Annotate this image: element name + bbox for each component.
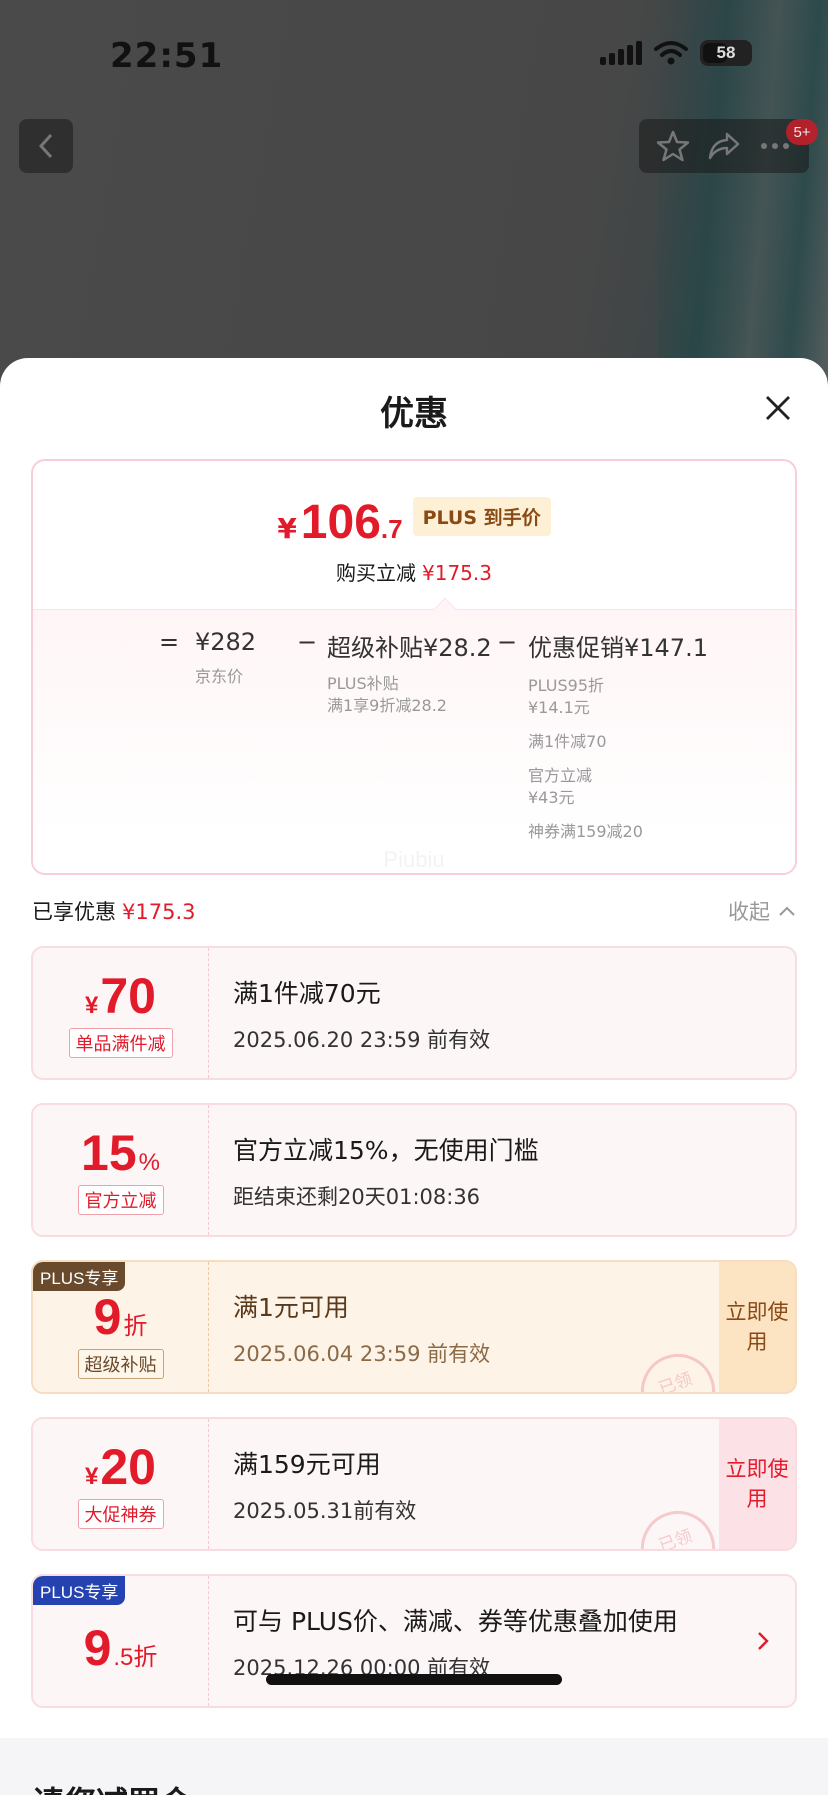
coupon-value: 15 % 官方立减 <box>33 1105 209 1235</box>
use-now-button[interactable]: 立即使用 <box>719 1262 795 1392</box>
base-price-label: 京东价 <box>195 667 244 686</box>
enjoyed-label: 已享优惠 <box>32 900 116 924</box>
coupon-amount: 15 <box>81 1125 137 1181</box>
price-currency: ¥ <box>277 512 297 545</box>
coupon-title: 满1元可用 <box>233 1293 349 1322</box>
base-price-value: ¥282 <box>195 628 257 656</box>
promo-item: 满1件减70 <box>528 732 607 751</box>
coupon-title: 满159元可用 <box>233 1450 381 1479</box>
cellular-signal-icon <box>600 41 642 65</box>
subsidy-detail: PLUS补贴 满1享9折减28.2 <box>327 674 447 715</box>
discount-sheet: 优惠 ¥ 106 .7 PLUS 到手价 购买立减 ¥175.3 = ¥282 … <box>0 358 828 1795</box>
subsidy-title: 超级补贴¥28.2 <box>327 634 492 662</box>
star-icon[interactable] <box>656 129 690 163</box>
coupon-type-tag: 单品满件减 <box>68 1028 173 1058</box>
coupon-currency: ¥ <box>85 992 99 1019</box>
formula-minus-1: − <box>297 628 318 656</box>
coupon-card[interactable]: ¥ 20 大促神券 满159元可用 2025.05.31前有效 已领 立即使用 <box>31 1417 797 1551</box>
plus-price-tag: PLUS 到手价 <box>412 497 551 536</box>
promo-title: 优惠促销¥147.1 <box>528 634 708 662</box>
coupon-value: 9 折 超级补贴 <box>33 1262 209 1392</box>
chevron-left-icon <box>38 133 53 159</box>
coupon-validity: 2025.06.04 23:59 前有效 <box>233 1342 491 1366</box>
price-header: ¥ 106 .7 PLUS 到手价 购买立减 ¥175.3 <box>33 461 795 609</box>
coupon-unit: .5折 <box>113 1644 158 1671</box>
enjoyed-discount: 已享优惠 ¥175.3 <box>32 896 195 926</box>
formula-promo: 优惠促销¥147.1 PLUS95折 ¥14.1元 满1件减70 官方立减 ¥4… <box>528 628 708 843</box>
coupon-unit: 折 <box>123 1313 148 1340</box>
battery-level: 58 <box>716 43 736 62</box>
coupon-currency: ¥ <box>85 1463 99 1490</box>
promo-list: PLUS95折 ¥14.1元 满1件减70 官方立减 ¥43元 神券满159减2… <box>528 675 708 843</box>
coupon-validity: 2025.06.20 23:59 前有效 <box>233 1028 491 1052</box>
promo-item: 神券满159减20 <box>528 822 643 841</box>
message-badge: 5+ <box>786 119 818 145</box>
final-price: ¥ 106 .7 PLUS 到手价 <box>33 495 795 550</box>
coupon-type-tag: 官方立减 <box>77 1185 164 1215</box>
coupon-type-tag: 大促神券 <box>77 1499 164 1529</box>
coupon-type-tag: 超级补贴 <box>77 1349 164 1379</box>
coupon-title: 官方立减15%，无使用门槛 <box>233 1136 539 1165</box>
coupon-amount: 20 <box>100 1439 156 1495</box>
coupon-card[interactable]: ¥ 70 单品满件减 满1件减70元 2025.06.20 23:59 前有效 <box>31 946 797 1080</box>
price-formula: = ¥282 京东价 − 超级补贴¥28.2 PLUS补贴 满1享9折减28.2 <box>159 628 775 873</box>
sheet-title: 优惠 <box>380 394 448 434</box>
price-decimal: .7 <box>380 514 403 544</box>
status-time: 22:51 <box>110 36 224 76</box>
formula-subsidy: 超级补贴¥28.2 PLUS补贴 满1享9折减28.2 <box>327 628 492 717</box>
next-section-heading: 请您减罚金 <box>32 1778 192 1795</box>
promo-item: 官方立减 ¥43元 <box>528 766 593 807</box>
coupon-info: 满1元可用 2025.06.04 23:59 前有效 <box>233 1288 715 1368</box>
share-icon[interactable] <box>707 129 741 163</box>
use-now-button[interactable]: 立即使用 <box>719 1419 795 1549</box>
coupon-card[interactable]: PLUS专享 9 折 超级补贴 满1元可用 2025.06.04 23:59 前… <box>31 1260 797 1394</box>
coupon-value: 9 .5折 <box>33 1576 209 1706</box>
coupon-title: 可与 PLUS价、满减、券等优惠叠加使用 <box>233 1607 678 1636</box>
home-indicator[interactable] <box>266 1674 562 1685</box>
coupon-info: 满159元可用 2025.05.31前有效 <box>233 1445 715 1525</box>
nav-toolbar <box>639 119 809 173</box>
formula-minus-2: − <box>497 628 518 656</box>
enjoyed-value: ¥175.3 <box>122 900 196 924</box>
formula-base: ¥282 京东价 <box>195 628 256 688</box>
back-button[interactable] <box>19 119 73 173</box>
chevron-right-icon[interactable] <box>757 1631 769 1651</box>
saving-label: 购买立减 <box>336 561 416 585</box>
battery-icon: 58 <box>700 40 752 66</box>
chevron-up-icon <box>779 906 795 916</box>
coupon-info: 官方立减15%，无使用门槛 距结束还剩20天01:08:36 <box>233 1131 715 1211</box>
saving-value: ¥175.3 <box>422 561 492 585</box>
status-icons: 58 <box>600 40 752 66</box>
purchase-saving: 购买立减 ¥175.3 <box>33 557 795 586</box>
coupon-value: ¥ 70 单品满件减 <box>33 948 209 1078</box>
coupon-countdown: 距结束还剩20天01:08:36 <box>233 1185 481 1209</box>
wifi-icon <box>654 41 688 65</box>
coupon-amount: 9 <box>93 1289 122 1345</box>
close-button[interactable] <box>758 388 798 428</box>
coupon-info: 满1件减70元 2025.06.20 23:59 前有效 <box>233 974 715 1054</box>
close-icon <box>766 396 790 420</box>
price-breakdown: = ¥282 京东价 − 超级补贴¥28.2 PLUS补贴 满1享9折减28.2 <box>33 597 795 873</box>
coupon-value: ¥ 20 大促神券 <box>33 1419 209 1549</box>
collapse-label: 收起 <box>728 900 770 924</box>
formula-equals: = <box>159 628 180 656</box>
price-summary-card: ¥ 106 .7 PLUS 到手价 购买立减¥175.3 = ¥282 京东价 <box>31 459 797 875</box>
coupon-validity: 2025.05.31前有效 <box>233 1499 417 1523</box>
coupon-card[interactable]: PLUS专享 9 .5折 可与 PLUS价、满减、券等优惠叠加使用 2025.1… <box>31 1574 797 1708</box>
price-integer: 106 <box>300 496 381 549</box>
coupon-amount: 9 <box>83 1620 112 1676</box>
coupon-info: 可与 PLUS价、满减、券等优惠叠加使用 2025.12.26 00:00 前有… <box>233 1602 715 1682</box>
collapse-button[interactable]: 收起 <box>728 896 796 926</box>
coupon-unit: % <box>138 1149 160 1176</box>
promo-item: PLUS95折 ¥14.1元 <box>528 676 604 717</box>
coupon-title: 满1件减70元 <box>233 979 381 1008</box>
coupon-amount: 70 <box>100 968 156 1024</box>
coupon-card[interactable]: 15 % 官方立减 官方立减15%，无使用门槛 距结束还剩20天01:08:36 <box>31 1103 797 1237</box>
watermark: Piubiu <box>383 847 445 872</box>
